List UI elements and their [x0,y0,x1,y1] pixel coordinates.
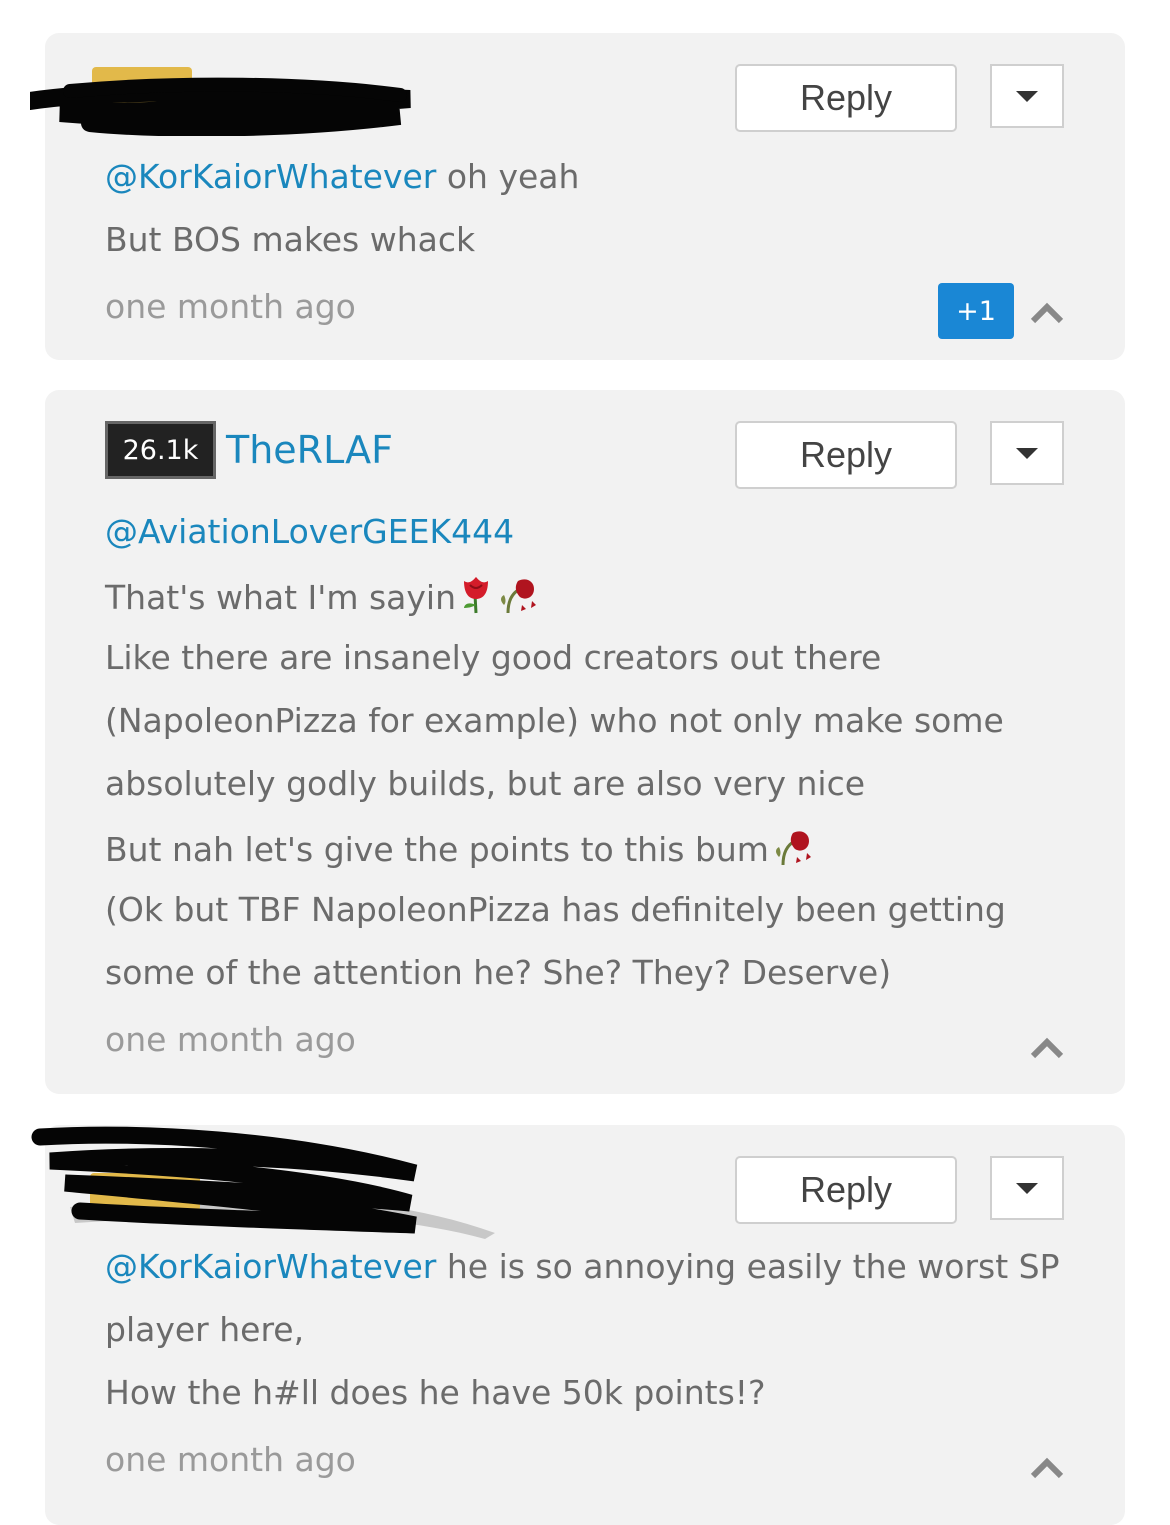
comment-card: Reply @KorKaiorWhatever oh yeah But BOS … [30,33,1125,360]
mention-link[interactable]: @KorKaiorWhatever [105,1247,436,1286]
comment-menu-button[interactable] [990,421,1064,485]
timestamp: one month ago [105,1440,356,1479]
comment-text-line: some of the attention he? She? They? Des… [105,953,892,992]
timestamp: one month ago [105,287,356,326]
upvote-button[interactable] [1030,296,1064,330]
comment-text-line: That's what I'm sayin [105,575,540,617]
reply-button[interactable]: Reply [735,1156,957,1224]
comment-text-line: How the h#ll does he have 50k points!? [105,1373,766,1412]
comment-text-line: (Ok but TBF NapoleonPizza has definitely… [105,890,1006,929]
redaction-scribble [31,1126,495,1239]
chevron-up-icon [1030,302,1064,324]
user-points-badge: 26.1k [105,421,216,479]
comment-text-line: But BOS makes whack [105,220,476,259]
rose-icon [464,577,489,614]
timestamp: one month ago [105,1020,356,1059]
chevron-up-icon [1030,1457,1064,1479]
upvote-button[interactable] [1030,1451,1064,1485]
username-link[interactable]: TheRLAF [226,428,393,472]
caret-down-icon [1016,1182,1038,1194]
comment-text-line: (NapoleonPizza for example) who not only… [105,701,1004,740]
comment-text-line: player here, [105,1310,305,1349]
reply-button[interactable]: Reply [735,64,957,132]
redaction-scribble [30,67,411,136]
comment-card: Reply @KorKaiorWhatever he is so annoyin… [31,1125,1125,1525]
wilted-rose-icon [775,831,811,866]
comment-menu-button[interactable] [990,1156,1064,1220]
comment-card: 26.1k TheRLAF Reply @AviationLoverGEEK44… [45,390,1125,1094]
comment-text-line: absolutely godly builds, but are also ve… [105,764,866,803]
reply-button[interactable]: Reply [735,421,957,489]
chevron-up-icon [1030,1037,1064,1059]
comment-text-line: @KorKaiorWhatever he is so annoying easi… [105,1247,1060,1286]
caret-down-icon [1016,90,1038,102]
comment-menu-button[interactable] [990,64,1064,128]
upvote-button[interactable] [1030,1031,1064,1065]
comment-text-line: @KorKaiorWhatever oh yeah [105,157,580,196]
wilted-rose-icon [501,579,537,614]
comment-text-line: But nah let's give the points to this bu… [105,827,815,869]
caret-down-icon [1016,447,1038,459]
mention-link[interactable]: @AviationLoverGEEK444 [105,512,514,551]
mention-link[interactable]: @KorKaiorWhatever [105,157,436,196]
upvote-count-badge: +1 [938,283,1014,339]
comment-text-line: Like there are insanely good creators ou… [105,638,882,677]
